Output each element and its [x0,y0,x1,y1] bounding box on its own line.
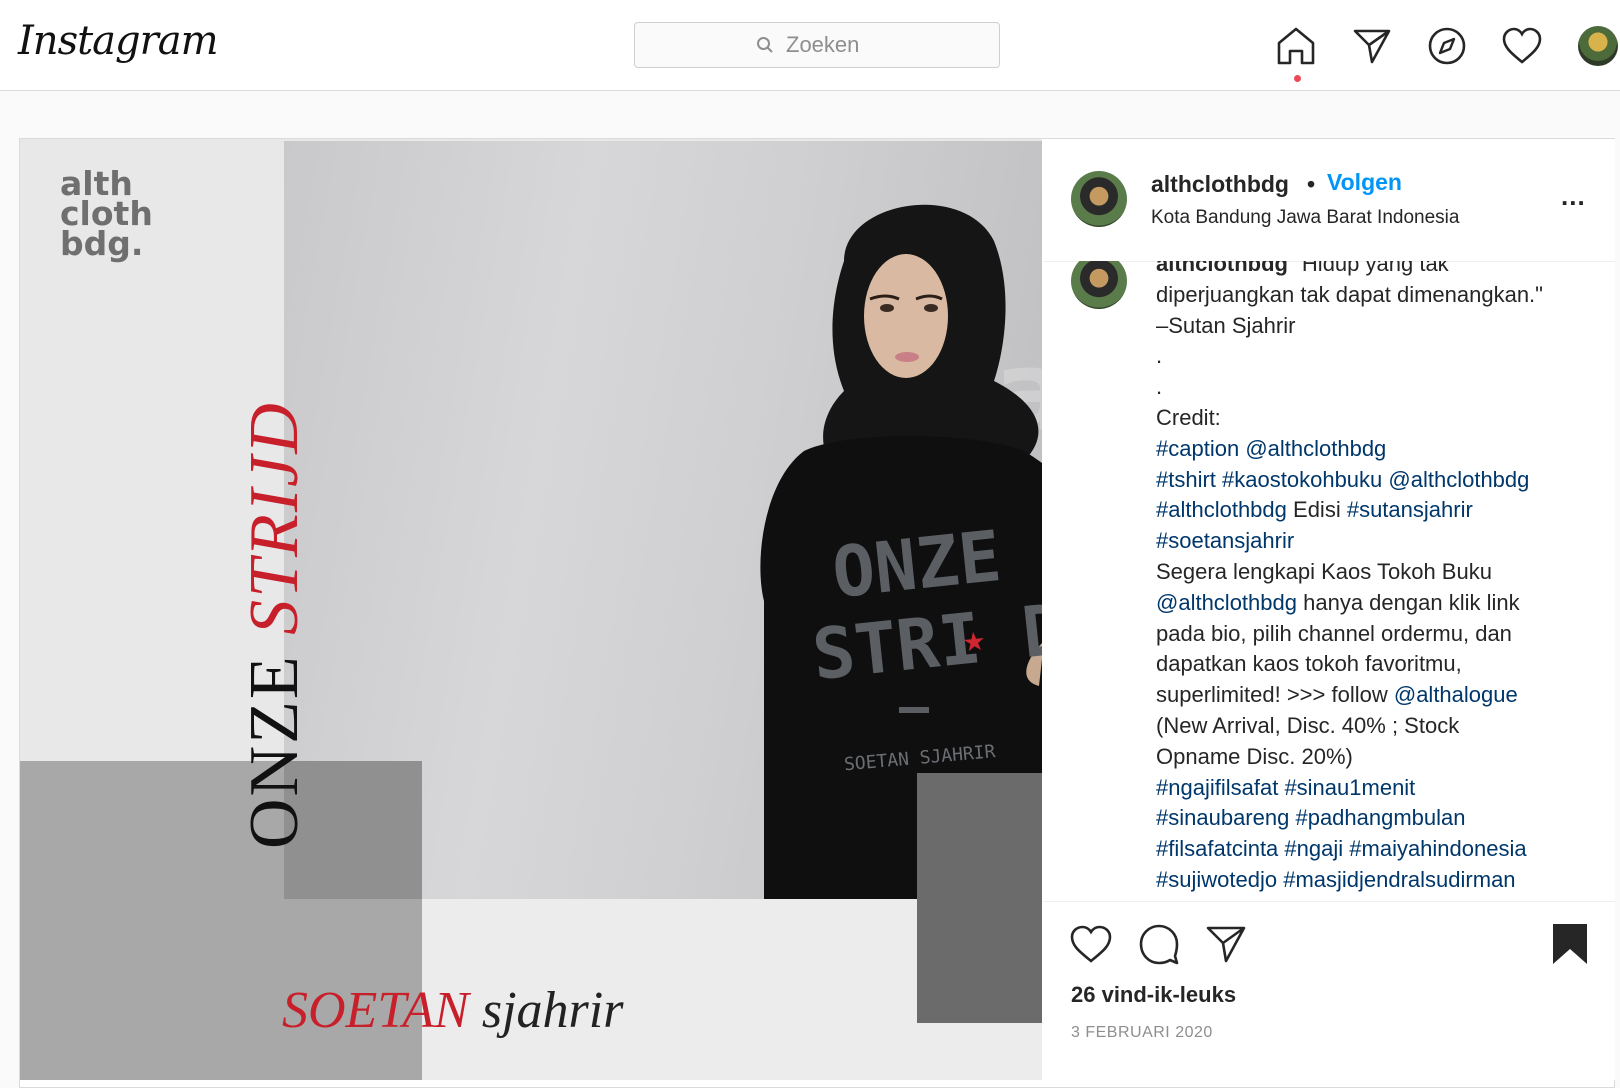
search-input[interactable] [784,31,878,59]
comment-button[interactable] [1137,922,1181,971]
explore-icon [1428,27,1466,65]
top-navigation-bar: Instagram [0,0,1620,91]
direct-icon [1353,29,1391,64]
hashtag-link[interactable]: #masjidjendralsudirman [1283,867,1515,892]
separator-bullet: • [1307,171,1316,197]
comment-icon [1139,924,1179,965]
direct-icon [1206,926,1246,963]
post-actions: 26 vind-ik-leuks 3 FEBRUARI 2020 [1043,901,1615,1081]
vertical-title: ONZE STRIJD [236,401,313,849]
home-button[interactable] [1274,24,1318,68]
post-image[interactable]: althclothbdg. ONZE STRI D ★ SOETAN SJAHR… [20,139,1042,1080]
more-options-button[interactable]: ... [1561,181,1586,212]
hashtag-link[interactable]: #ngajifilsafat [1156,775,1278,800]
direct-button[interactable] [1350,24,1394,68]
mention-link[interactable]: @althclothbdg [1388,467,1529,492]
location-link[interactable]: Kota Bandung Jawa Barat Indonesia [1151,207,1459,229]
search-icon [757,37,773,53]
mention-link[interactable]: @althalogue [1394,682,1518,707]
post-sidebar: althclothbdg • Volgen Kota Bandung Jawa … [1043,139,1615,1080]
notification-dot [1294,75,1301,82]
activity-button[interactable] [1500,24,1544,68]
mention-link[interactable]: @althclothbdg [1245,436,1386,461]
post-caption: althclothbdg "Hidup yang tak diperjuangk… [1156,261,1596,896]
hashtag-link[interactable]: #soetansjahrir [1156,528,1294,553]
caption-username[interactable]: althclothbdg [1156,261,1288,276]
share-button[interactable] [1205,924,1247,969]
poster-subtitle: SOETAN sjahrir [282,982,624,1039]
heart-icon [1070,925,1112,963]
author-username[interactable]: althclothbdg [1151,171,1289,198]
heart-icon [1502,27,1542,64]
decor-block [917,773,1042,1023]
author-avatar[interactable] [1071,171,1127,227]
comments-area: althclothbdg "Hidup yang tak diperjuangk… [1043,261,1615,901]
bookmark-icon [1553,924,1587,964]
hashtag-link[interactable]: #padhangmbulan [1295,805,1465,830]
like-count[interactable]: 26 vind-ik-leuks [1071,982,1236,1008]
hashtag-link[interactable]: #sutansjahrir [1347,497,1473,522]
hashtag-link[interactable]: #althclothbdg [1156,497,1287,522]
post-header: althclothbdg • Volgen Kota Bandung Jawa … [1043,139,1615,262]
hashtag-link[interactable]: #sinau1menit [1284,775,1415,800]
brand-mark: alth cloth bdg. [60,164,153,263]
hashtag-link[interactable]: #caption [1156,436,1239,461]
hashtag-link[interactable]: #kaostokohbuku [1222,467,1382,492]
hashtag-link[interactable]: #tshirt [1156,467,1216,492]
hashtag-link[interactable]: #sujiwotedjo [1156,867,1277,892]
instagram-logo[interactable]: Instagram [18,18,219,64]
explore-button[interactable] [1425,24,1469,68]
post-date: 3 FEBRUARI 2020 [1071,1024,1213,1041]
mention-link[interactable]: @althclothbdg [1156,590,1297,615]
hashtag-link[interactable]: #ngaji [1284,836,1343,861]
search-box[interactable] [634,22,1000,68]
hashtag-link[interactable]: #sinaubareng [1156,805,1289,830]
hashtag-link[interactable]: #maiyahindonesia [1349,836,1526,861]
hashtag-link[interactable]: #filsafatcinta [1156,836,1278,861]
save-button[interactable] [1551,922,1589,971]
home-icon [1277,27,1315,65]
like-button[interactable] [1069,924,1113,969]
caption-avatar[interactable] [1071,261,1127,309]
svg-text:★: ★ [961,625,987,657]
follow-button[interactable]: Volgen [1327,169,1402,196]
profile-avatar[interactable] [1578,26,1618,66]
